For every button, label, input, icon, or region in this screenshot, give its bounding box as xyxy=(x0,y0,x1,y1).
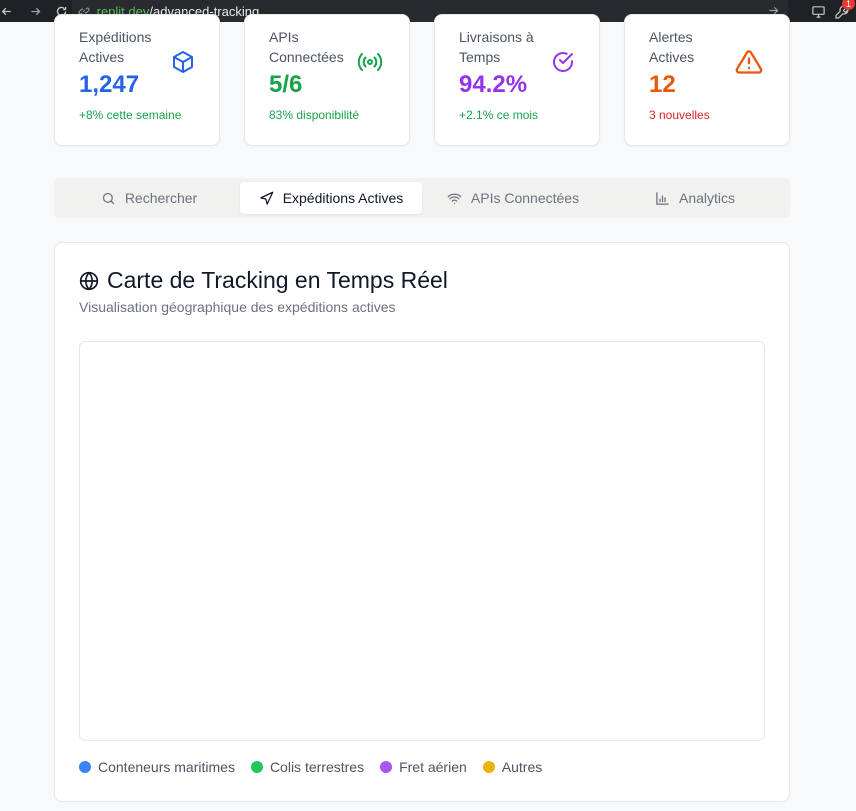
browser-actions: 1 xyxy=(811,0,856,22)
stat-card-apis: APIs Connectées 5/6 83% disponibilité xyxy=(244,14,410,146)
stat-title: APIs Connectées xyxy=(269,29,344,65)
legend-item-maritime: Conteneurs maritimes xyxy=(79,759,235,775)
stat-subtitle: 3 nouvelles xyxy=(649,108,710,122)
stat-value: 94.2% xyxy=(459,71,528,98)
stat-value: 5/6 xyxy=(269,71,303,98)
stat-card-shipments: Expéditions Actives 1,247 +8% cette sema… xyxy=(54,14,220,146)
stat-title: Alertes Actives xyxy=(649,29,695,65)
legend-item-ground: Colis terrestres xyxy=(250,759,365,775)
arrow-left-icon xyxy=(1,7,11,15)
forward-button[interactable] xyxy=(24,0,46,22)
signal-icon xyxy=(357,50,383,74)
stat-subtitle: +2.1% ce mois xyxy=(459,108,539,122)
back-button[interactable] xyxy=(0,0,14,22)
tab-connected-apis[interactable]: APIs Connectées xyxy=(422,182,604,214)
check-circle-icon xyxy=(551,50,575,74)
legend-dot xyxy=(250,761,263,773)
package-icon xyxy=(171,50,195,74)
stat-value: 1,247 xyxy=(79,71,140,98)
tab-label: Rechercher xyxy=(124,190,198,206)
legend-label: Conteneurs maritimes xyxy=(98,759,235,775)
extension-badge: 1 xyxy=(842,0,855,10)
tab-analytics[interactable]: Analytics xyxy=(604,182,786,214)
monitor-icon[interactable] xyxy=(811,4,826,19)
map-legend: Conteneurs maritimes Colis terrestres Fr… xyxy=(79,759,542,775)
bar-chart-icon xyxy=(656,191,669,205)
tab-active-shipments[interactable]: Expéditions Actives xyxy=(240,182,422,214)
stat-subtitle: +8% cette semaine xyxy=(79,108,182,122)
tab-search[interactable]: Rechercher xyxy=(58,182,240,214)
arrow-right-icon xyxy=(30,7,40,15)
tracking-map[interactable] xyxy=(79,341,765,741)
map-title-text: Carte de Tracking en Temps Réel xyxy=(107,267,448,293)
tab-label: APIs Connectées xyxy=(470,190,580,206)
extension-button[interactable]: 1 xyxy=(834,0,855,20)
tab-label: Expéditions Actives xyxy=(282,190,404,206)
stat-card-on-time: Livraisons à Temps 94.2% +2.1% ce mois xyxy=(434,14,600,146)
stat-title: Livraisons à Temps xyxy=(459,29,534,65)
tracking-map-card: Carte de Tracking en Temps Réel Visualis… xyxy=(54,242,790,802)
wifi-icon xyxy=(447,193,462,204)
warning-icon xyxy=(735,48,763,76)
legend-label: Autres xyxy=(501,759,543,775)
legend-item-other: Autres xyxy=(482,759,543,775)
stat-card-alerts: Alertes Actives 12 3 nouvelles xyxy=(624,14,790,146)
globe-icon xyxy=(79,271,99,290)
legend-item-air: Fret aérien xyxy=(380,759,467,775)
legend-dot xyxy=(482,761,495,773)
legend-label: Colis terrestres xyxy=(269,759,365,775)
map-card-title: Carte de Tracking en Temps Réel xyxy=(79,267,448,294)
stat-title: Expéditions Actives xyxy=(79,29,152,65)
map-description: Visualisation géographique des expéditio… xyxy=(79,299,396,315)
tab-label: Analytics xyxy=(678,190,736,206)
stat-subtitle: 83% disponibilité xyxy=(269,108,360,122)
tab-bar: Rechercher Expéditions Actives APIs Conn… xyxy=(54,178,790,218)
legend-dot xyxy=(79,761,91,773)
navigation-icon xyxy=(259,191,274,205)
legend-dot xyxy=(380,761,393,773)
legend-label: Fret aérien xyxy=(399,759,467,775)
stat-value: 12 xyxy=(649,71,676,98)
search-icon xyxy=(102,192,114,204)
